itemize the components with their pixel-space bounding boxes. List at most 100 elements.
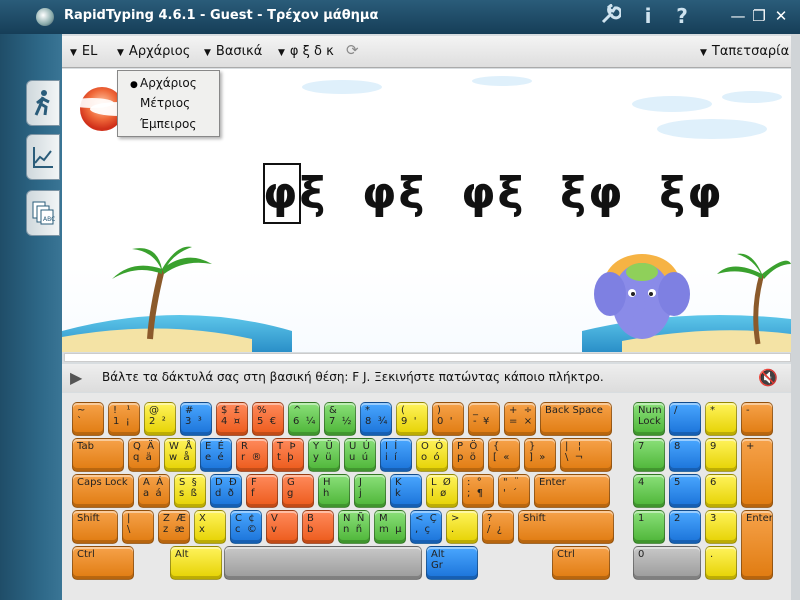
- documents-abc-icon: ABC: [32, 201, 55, 225]
- key-altgr[interactable]: Alt Gr: [426, 546, 478, 580]
- key-i[interactable]: I Í i í: [380, 438, 412, 472]
- key-b[interactable]: B b: [302, 510, 334, 544]
- key-slash[interactable]: ? / ¿: [482, 510, 514, 544]
- key-equals[interactable]: + ÷ = ×: [504, 402, 536, 436]
- key-l[interactable]: L Ø l ø: [426, 474, 458, 508]
- key-y[interactable]: Y Ü y ü: [308, 438, 340, 472]
- numpad-key-minus[interactable]: -: [741, 402, 773, 436]
- key-enter[interactable]: Enter: [534, 474, 610, 508]
- key-0[interactable]: ) 0 ': [432, 402, 464, 436]
- key-q[interactable]: Q Ä q ä: [128, 438, 160, 472]
- key-backspace[interactable]: Back Space: [540, 402, 612, 436]
- dropdown-option-intermediate[interactable]: Μέτριος: [140, 96, 190, 110]
- key-9[interactable]: ( 9 ': [396, 402, 428, 436]
- key-8[interactable]: * 8 ¾: [360, 402, 392, 436]
- menu-language[interactable]: ▼ EL: [70, 44, 97, 59]
- statistics-button[interactable]: [26, 134, 60, 180]
- key-m[interactable]: M m µ: [374, 510, 406, 544]
- key-comma[interactable]: < Ç , ç: [410, 510, 442, 544]
- numpad-key-2[interactable]: 2: [669, 510, 701, 544]
- sound-off-icon[interactable]: 🔇: [758, 368, 778, 387]
- key-5[interactable]: % 5 €: [252, 402, 284, 436]
- numpad-key-enter[interactable]: Enter: [741, 510, 773, 580]
- key-period[interactable]: > .: [446, 510, 478, 544]
- menu-course[interactable]: ▼ Βασικά: [204, 44, 262, 59]
- key-a[interactable]: A Á a á: [138, 474, 170, 508]
- key-lctrl[interactable]: Ctrl: [72, 546, 134, 580]
- key-s[interactable]: S § s ß: [174, 474, 206, 508]
- numpad-key-dot[interactable]: .: [705, 546, 737, 580]
- key-7[interactable]: & 7 ½: [324, 402, 356, 436]
- key-4[interactable]: $ £ 4 ¤: [216, 402, 248, 436]
- key-lshift[interactable]: Shift: [72, 510, 118, 544]
- key-u[interactable]: U Ú u ú: [344, 438, 376, 472]
- lesson-editor-button[interactable]: ABC: [26, 190, 60, 236]
- key-backslash[interactable]: | ¦ \ ¬: [560, 438, 612, 472]
- numpad-key-4[interactable]: 4: [633, 474, 665, 508]
- numpad-key-3[interactable]: 3: [705, 510, 737, 544]
- menu-lesson[interactable]: ▼ φ ξ δ κ: [278, 44, 334, 59]
- key-z[interactable]: Z Æ z æ: [158, 510, 190, 544]
- dropdown-arrow-icon: ▼: [117, 48, 124, 58]
- key-r[interactable]: R r ®: [236, 438, 268, 472]
- key-2[interactable]: @ 2 ²: [144, 402, 176, 436]
- wrench-icon[interactable]: [598, 3, 623, 31]
- key-v[interactable]: V v: [266, 510, 298, 544]
- key-caps[interactable]: Caps Lock: [72, 474, 134, 508]
- lesson-mode-button[interactable]: [26, 80, 60, 126]
- key-tab[interactable]: Tab: [72, 438, 124, 472]
- key-j[interactable]: J j: [354, 474, 386, 508]
- key-1[interactable]: ! ¹ 1 ¡: [108, 402, 140, 436]
- menu-wallpaper[interactable]: ▼ Ταπετσαρία: [700, 44, 789, 59]
- numpad-key-plus[interactable]: +: [741, 438, 773, 508]
- key-6[interactable]: ^ 6 ¼: [288, 402, 320, 436]
- restore-button[interactable]: ❐: [749, 6, 769, 26]
- key-oem102[interactable]: | \: [122, 510, 154, 544]
- help-icon[interactable]: ?: [670, 4, 694, 28]
- key-3[interactable]: # 3 ³: [180, 402, 212, 436]
- numpad-key-5[interactable]: 5: [669, 474, 701, 508]
- app-icon[interactable]: [36, 8, 54, 26]
- key-n[interactable]: N Ñ n ñ: [338, 510, 370, 544]
- numpad-key-8[interactable]: 8: [669, 438, 701, 472]
- key-rctrl[interactable]: Ctrl: [552, 546, 610, 580]
- refresh-icon[interactable]: ⟳: [346, 41, 359, 59]
- key-e[interactable]: E É e é: [200, 438, 232, 472]
- key-rbracket[interactable]: } ] »: [524, 438, 556, 472]
- numpad-key-9[interactable]: 9: [705, 438, 737, 472]
- key-lbracket[interactable]: { [ «: [488, 438, 520, 472]
- key-space[interactable]: [224, 546, 422, 580]
- key-d[interactable]: D Ð d ð: [210, 474, 242, 508]
- key-o[interactable]: O Ó o ó: [416, 438, 448, 472]
- dropdown-option-beginner[interactable]: Αρχάριος: [140, 76, 197, 90]
- key-quote[interactable]: " ¨ ' ´: [498, 474, 530, 508]
- key-rshift[interactable]: Shift: [518, 510, 614, 544]
- info-icon[interactable]: i: [636, 4, 660, 28]
- numpad-key-div[interactable]: /: [669, 402, 701, 436]
- key-f[interactable]: F f: [246, 474, 278, 508]
- close-button[interactable]: ✕: [771, 6, 791, 26]
- key-lalt[interactable]: Alt: [170, 546, 222, 580]
- right-frame: [791, 34, 800, 600]
- key-x[interactable]: X x: [194, 510, 226, 544]
- numpad-key-0[interactable]: 0: [633, 546, 701, 580]
- numpad-key-6[interactable]: 6: [705, 474, 737, 508]
- key-h[interactable]: H h: [318, 474, 350, 508]
- key-p[interactable]: P Ö p ö: [452, 438, 484, 472]
- key-minus[interactable]: _ - ¥: [468, 402, 500, 436]
- numpad-key-7[interactable]: 7: [633, 438, 665, 472]
- key-t[interactable]: T Þ t þ: [272, 438, 304, 472]
- numpad-key-1[interactable]: 1: [633, 510, 665, 544]
- dropdown-option-expert[interactable]: Έμπειρος: [140, 117, 196, 131]
- numpad-key-mul[interactable]: *: [705, 402, 737, 436]
- key-tilde[interactable]: ~ `: [72, 402, 104, 436]
- key-semicolon[interactable]: : ° ; ¶: [462, 474, 494, 508]
- menu-level[interactable]: ▼ Αρχάριος: [117, 44, 190, 59]
- key-w[interactable]: W Å w å: [164, 438, 196, 472]
- key-k[interactable]: K k: [390, 474, 422, 508]
- key-c[interactable]: C ¢ c ©: [230, 510, 262, 544]
- numpad-key-numlock[interactable]: Num Lock: [633, 402, 665, 436]
- play-icon[interactable]: ▶: [70, 368, 82, 387]
- minimize-button[interactable]: —: [728, 6, 748, 26]
- key-g[interactable]: G g: [282, 474, 314, 508]
